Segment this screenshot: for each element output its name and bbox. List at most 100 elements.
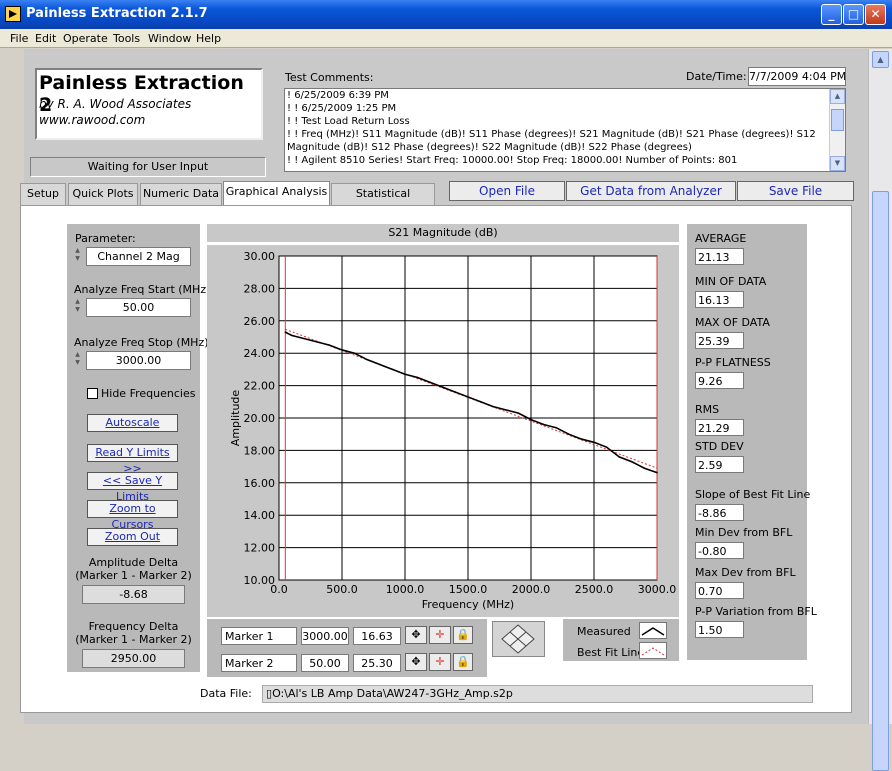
app-logo-box: Painless Extraction 2 by R. A. Wood Asso… [35,68,263,140]
scroll-up-icon[interactable]: ▲ [872,51,889,68]
stat-value: 2.59 [695,456,744,473]
data-point [593,441,595,444]
zoom-to-cursors-button[interactable]: Zoom to Cursors [87,500,178,531]
start-freq-label: Analyze Freq Start (MHz) [74,283,211,296]
menu-operate[interactable]: Operate [63,32,108,45]
data-point [454,391,457,393]
move-cursor-icon[interactable]: ✥ [405,626,427,644]
read-y-limits-button[interactable]: Read Y Limits >> [87,444,178,475]
y-axis-label: Amplitude [229,390,242,447]
stat-value: 9.26 [695,372,744,389]
x-tick-label: 3000.0 [638,583,677,596]
marker-1-freq[interactable]: 3000.00 [301,627,349,645]
marker-2-freq[interactable]: 50.00 [301,654,349,672]
stat-label: Max Dev from BFL [695,566,796,579]
data-file-label: Data File: [200,687,252,700]
tab-statistical-analysis[interactable]: Statistical Analysis [331,183,435,220]
data-point [555,426,557,429]
lock-icon[interactable]: 🔒 [453,653,473,671]
close-button[interactable]: ✕ [865,4,886,25]
menu-edit[interactable]: Edit [35,32,56,45]
stop-freq-label: Analyze Freq Stop (MHz) [74,336,209,349]
y-tick-label: 24.00 [244,347,276,360]
menu-help[interactable]: Help [196,32,221,45]
autoscale-button[interactable]: Autoscale [87,414,178,432]
x-tick-label: 1500.0 [449,583,488,596]
legend-measured: Measured [577,625,631,638]
tab-quick-plots[interactable]: Quick Plots [68,183,138,205]
stat-value: -8.86 [695,504,744,521]
scroll-thumb[interactable] [831,109,844,131]
parameter-label: Parameter: [75,232,136,245]
tab-numeric-data[interactable]: Numeric Data [140,183,222,205]
plot-legend: Measured Best Fit Line [563,619,679,661]
crosshair-icon[interactable]: ✛ [429,653,451,671]
get-data-button[interactable]: Get Data from Analyzer [566,181,736,201]
pan-diamond-icon[interactable] [493,622,544,656]
hide-frequencies-checkbox[interactable] [87,388,98,399]
parameter-spinner-icon[interactable]: ▲ ▼ [73,247,82,265]
tab-setup[interactable]: Setup [20,183,66,205]
tab-graphical-analysis[interactable]: Graphical Analysis [223,181,330,205]
marker-2-amp[interactable]: 25.30 [353,654,401,672]
scroll-up-icon[interactable]: ▲ [830,89,845,104]
marker-1-amp[interactable]: 16.63 [353,627,401,645]
move-cursor-icon[interactable]: ✥ [405,653,427,671]
start-freq-input[interactable]: 50.00 [86,298,191,317]
marker-panel: Marker 1 3000.00 16.63 ✥ ✛ 🔒 Marker 2 50… [207,619,487,677]
vertical-scrollbar[interactable]: ▲ [868,49,892,771]
scroll-thumb[interactable] [872,191,889,771]
lock-icon[interactable]: 🔒 [453,626,473,644]
data-point [643,467,646,470]
graph-title: S21 Magnitude (dB) [207,224,679,242]
hide-frequencies-label: Hide Frequencies [101,387,196,400]
x-tick-label: 1000.0 [386,583,425,596]
comment-line: ! ! 6/25/2009 1:25 PM [287,103,397,114]
data-point [316,341,318,343]
stop-freq-input[interactable]: 3000.00 [86,351,191,370]
menu-file[interactable]: File [10,32,28,45]
stat-value: -0.80 [695,542,744,559]
comment-line: ! ! Test Load Return Loss [287,116,410,127]
freq-delta-value: 2950.00 [82,649,185,668]
legend-bfl: Best Fit Line [577,646,645,659]
stat-label: MAX OF DATA [695,316,770,329]
start-freq-spinner-icon[interactable]: ▲ ▼ [73,298,82,316]
stat-value: 21.29 [695,419,744,436]
stop-freq-spinner-icon[interactable]: ▲ ▼ [73,351,82,369]
stat-value: 25.39 [695,332,744,349]
save-y-limits-button[interactable]: << Save Y Limits [87,472,178,503]
y-tick-label: 16.00 [244,477,276,490]
data-point [517,412,520,414]
amplitude-chart[interactable]: 0.0 500.0 1000.0 1500.0 2000.0 2500.0 3000.010… [207,245,679,617]
stat-value: 21.13 [695,248,744,265]
parameter-select[interactable]: Channel 2 Mag [86,247,191,266]
data-point [467,396,469,398]
data-point [404,373,406,376]
window-title: Painless Extraction 2.1.7 [26,6,208,21]
stat-value: 16.13 [695,291,744,308]
menu-tools[interactable]: Tools [113,32,140,45]
date-label: Date/Time: [686,70,747,83]
data-point [303,337,305,340]
data-point [429,381,431,384]
scroll-down-icon[interactable]: ▼ [830,156,845,171]
open-file-button[interactable]: Open File [449,181,565,201]
zoom-out-button[interactable]: Zoom Out [87,528,178,546]
stat-value: 0.70 [695,582,744,599]
data-point [328,344,331,346]
comments-textbox[interactable]: ! 6/25/2009 6:39 PM ! ! 6/25/2009 1:25 P… [284,88,846,172]
crosshair-icon[interactable]: ✛ [429,626,451,644]
menu-window[interactable]: Window [148,32,191,45]
minimize-button[interactable]: _ [821,4,842,25]
graph-pan-control[interactable] [492,621,545,657]
x-tick-label: 500.0 [326,583,358,596]
y-tick-label: 14.00 [244,509,276,522]
maximize-button[interactable]: □ [843,4,864,25]
marker-2-name: Marker 2 [221,654,297,672]
comments-scrollbar[interactable]: ▲ ▼ [829,89,845,171]
date-field[interactable]: 7/7/2009 4:04 PM [748,67,846,86]
author: by R. A. Wood Associates [39,97,192,111]
save-file-button[interactable]: Save File [737,181,854,201]
data-file-path[interactable]: ▯O:\Al's LB Amp Data\AW247-3GHz_Amp.s2p [262,685,813,703]
